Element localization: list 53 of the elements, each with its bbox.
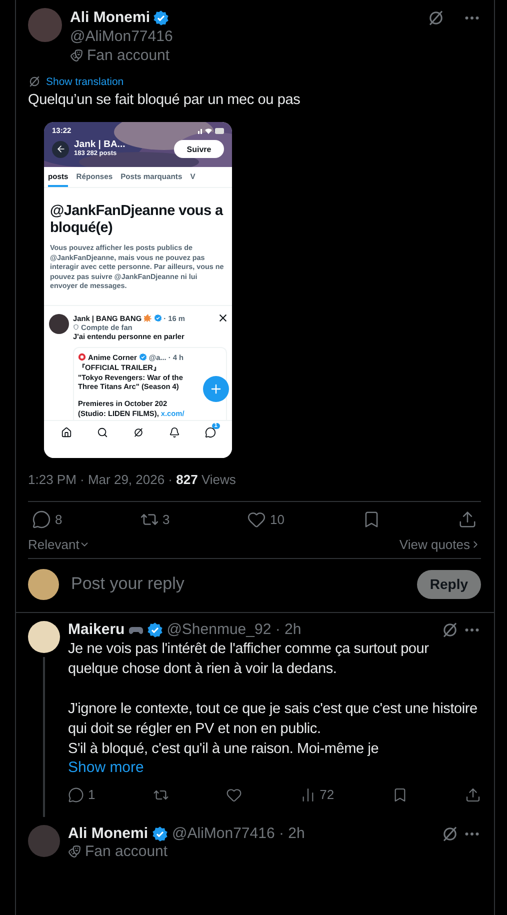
logo-icon — [78, 353, 86, 361]
show-translation-link[interactable]: Show translation — [46, 76, 124, 88]
compose-button[interactable] — [203, 376, 229, 402]
action-count: 3 — [162, 512, 170, 526]
view-quotes-link[interactable]: View quotes — [399, 536, 481, 552]
avatar — [28, 568, 59, 600]
bell-icon[interactable] — [168, 426, 180, 438]
post-meta: 1:23 PM · Mar 29, 2026 · 827 Views — [28, 472, 237, 486]
shield-icon — [73, 324, 79, 330]
mask-icon — [70, 49, 83, 62]
sort-dropdown[interactable]: Relevant — [28, 536, 90, 552]
share-icon[interactable] — [458, 510, 477, 528]
search-icon[interactable] — [96, 426, 108, 438]
author-name[interactable]: Ali Monemi — [68, 825, 148, 842]
reply-icon[interactable] — [68, 786, 84, 802]
home-icon[interactable] — [60, 426, 72, 438]
profile-name: Jank | BA... — [74, 140, 126, 149]
author-handle[interactable]: @AliMon77416 · 2h — [172, 825, 305, 842]
account-label: Fan account — [85, 842, 168, 860]
show-more-link[interactable]: Show more — [68, 758, 144, 776]
author-name[interactable]: Maikeru — [68, 621, 125, 638]
back-arrow-icon — [56, 144, 66, 154]
plus-icon — [209, 382, 223, 396]
account-label: Fan account — [87, 46, 170, 65]
gamepad-icon — [128, 624, 143, 634]
mask-icon — [68, 844, 81, 858]
reply-field[interactable]: Post your reply — [69, 573, 407, 595]
action-count: 8 — [55, 512, 62, 526]
burst-icon — [144, 314, 152, 322]
slashed-circle-icon[interactable] — [132, 426, 144, 438]
action-count: 72 — [320, 787, 334, 802]
status-icons — [198, 127, 224, 134]
x-close-icon[interactable] — [219, 314, 227, 322]
avatar — [49, 314, 69, 334]
verified-badge-icon — [138, 353, 147, 361]
post-text: Quelqu’un se fait bloqué par un mec ou pas — [28, 91, 302, 110]
reply-button[interactable]: Reply — [416, 570, 481, 598]
author-handle[interactable]: @AliMon77416 — [70, 27, 481, 46]
follow-button[interactable]: Suivre — [174, 140, 224, 158]
avatar[interactable] — [28, 620, 60, 652]
reply-icon[interactable] — [32, 510, 51, 528]
action-count: 1 — [88, 787, 96, 802]
message-icon[interactable] — [204, 426, 216, 438]
heart-icon[interactable] — [247, 510, 266, 528]
author-handle[interactable]: @Shenmue_92 · 2h — [166, 621, 302, 638]
blocked-title: @JankFanDjeanne vous a bloqué(e) — [49, 202, 224, 238]
author-name[interactable]: Ali Monemi — [70, 8, 150, 27]
heart-icon[interactable] — [226, 786, 242, 802]
reply-text: J'ignore le contexte, tout ce que je sais c'est que c'est une histoire qui doit se régler en PV et non en public. S'il à bloqué, c'est qu'il à une raison. Moi-même je — [68, 700, 478, 758]
verified-badge-icon — [154, 314, 162, 322]
reply-text: Je ne vois pas l'intérêt de l'afficher comme ça surtout pour quelque chose dont à rien à voir la dedans. — [68, 640, 430, 678]
share-icon[interactable] — [464, 786, 481, 802]
action-count: 10 — [270, 512, 284, 526]
